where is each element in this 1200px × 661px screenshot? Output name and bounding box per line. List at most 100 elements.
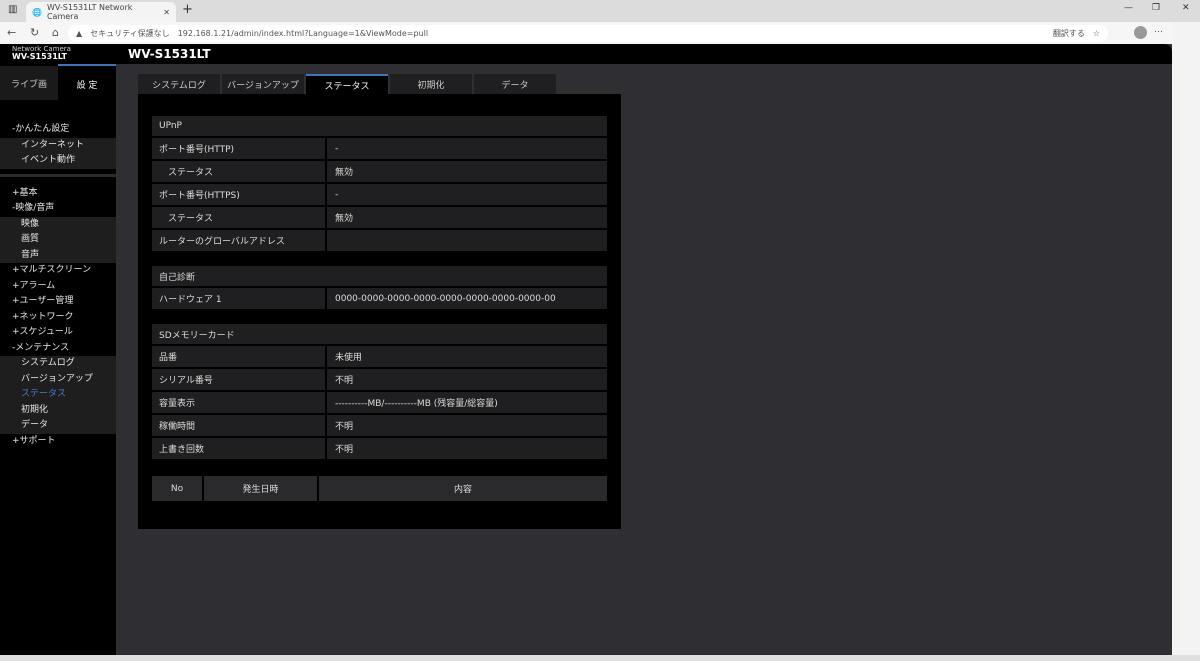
menu-item[interactable]: 初期化 [0,402,116,418]
menu-item[interactable]: システムログ [0,356,116,372]
row-label: ルーターのグローバルアドレス [152,230,327,253]
translate-button[interactable]: 翻訳する [1053,28,1085,39]
section-title: 自己診断 [152,266,607,288]
tab-4[interactable]: データ [474,74,556,94]
col-datetime: 発生日時 [204,476,317,501]
table-row: ポート番号(HTTP) - [152,138,607,161]
camera-page: Network Camera WV-S1531LT WV-S1531LT ライブ画… [0,44,1172,655]
tab-3[interactable]: 初期化 [390,74,472,94]
table-row: ルーターのグローバルアドレス [152,230,607,253]
menu-item[interactable]: +サポート [0,434,116,450]
row-label: ポート番号(HTTP) [152,138,327,161]
maximize-icon[interactable]: ❐ [1152,3,1160,13]
sidebar-toggle-icon[interactable]: ▥ [8,4,17,15]
profile-icon[interactable] [1134,26,1147,39]
url-text[interactable]: 192.168.1.21/admin/index.html?Language=1… [178,29,1045,38]
tab-2[interactable]: ステータス [306,74,388,94]
edge-sidebar [1172,22,1200,661]
row-value: 無効 [327,161,607,184]
model-badge: Network Camera WV-S1531LT [12,45,71,61]
security-label[interactable]: セキュリティ保護なし [90,28,170,39]
section-title: SDメモリーカード [152,324,607,346]
page-title: WV-S1531LT [128,47,211,61]
browser-tab[interactable]: 🌐 WV-S1531LT Network Camera ✕ [26,2,176,22]
row-label: ステータス [152,161,327,184]
table-row: ハードウェア 1 0000-0000-0000-0000-0000-0000-00… [152,288,607,311]
row-value: - [327,138,607,161]
table-row: 品番 未使用 [152,346,607,369]
close-tab-icon[interactable]: ✕ [163,8,170,17]
browser-tab-bar: ▥ 🌐 WV-S1531LT Network Camera ✕ + — ❐ ✕ [0,0,1200,22]
upnp-table: UPnP ポート番号(HTTP) - ステータス 無効 ポート番号(HTTPS) - ステータ… [152,116,607,253]
log-table-header: No 発生日時 内容 [152,476,607,501]
table-row: シリアル番号 不明 [152,369,607,392]
more-icon[interactable]: … [1154,25,1163,35]
menu-item[interactable]: イベント動作 [0,153,116,169]
row-label: 稼働時間 [152,415,327,438]
menu-item[interactable]: インターネット [0,137,116,153]
globe-icon: 🌐 [32,7,42,17]
warning-icon: ▲ [76,29,83,38]
row-value: 0000-0000-0000-0000-0000-0000-0000-0000-… [327,288,607,311]
tab-live[interactable]: ライブ画 [0,66,58,100]
col-no: No [152,476,202,501]
menu-item[interactable]: +マルチスクリーン [0,263,116,279]
row-label: 上書き回数 [152,438,327,461]
col-content: 内容 [319,476,607,501]
status-panel: UPnP ポート番号(HTTP) - ステータス 無効 ポート番号(HTTPS) - ステータ… [138,94,621,529]
menu-item[interactable]: +基本 [0,186,116,202]
row-label: ハードウェア 1 [152,288,327,311]
back-icon[interactable]: ← [7,26,16,39]
menu-item[interactable]: 画質 [0,232,116,248]
tab-0[interactable]: システムログ [138,74,220,94]
menu-item[interactable]: ステータス [0,387,116,403]
table-row: 容量表示 ----------MB/----------MB (残容量/総容量) [152,392,607,415]
table-row: ステータス 無効 [152,207,607,230]
menu-item[interactable]: -メンテナンス [0,341,116,357]
sd-card-table: SDメモリーカード 品番 未使用 シリアル番号 不明 容量表示 ----------MB/-… [152,324,607,461]
row-label: シリアル番号 [152,369,327,392]
menu-item[interactable]: データ [0,418,116,434]
row-value: 無効 [327,207,607,230]
table-row: ステータス 無効 [152,161,607,184]
menu-item[interactable]: 音声 [0,247,116,263]
new-tab-icon[interactable]: + [182,2,193,17]
row-value: ----------MB/----------MB (残容量/総容量) [327,392,607,415]
row-label: ポート番号(HTTPS) [152,184,327,207]
row-label: 品番 [152,346,327,369]
row-value: - [327,184,607,207]
menu-item[interactable]: +スケジュール [0,325,116,341]
table-row: ポート番号(HTTPS) - [152,184,607,207]
menu-item[interactable]: -映像/音声 [0,201,116,217]
taskbar [0,655,1200,661]
table-row: 稼働時間 不明 [152,415,607,438]
section-title: UPnP [152,116,607,138]
url-field[interactable]: ▲ セキュリティ保護なし 192.168.1.21/admin/index.ht… [68,25,1108,42]
menu-item[interactable]: +ネットワーク [0,310,116,326]
tab-title: WV-S1531LT Network Camera [46,3,133,21]
row-value: 未使用 [327,346,607,369]
menu-divider [0,168,116,177]
minimize-icon[interactable]: — [1124,3,1133,13]
favorite-icon[interactable]: ☆ [1093,29,1100,38]
close-window-icon[interactable]: ✕ [1182,3,1190,13]
row-value [327,230,607,253]
row-value: 不明 [327,415,607,438]
row-value: 不明 [327,369,607,392]
table-row: 上書き回数 不明 [152,438,607,461]
home-icon[interactable]: ⌂ [52,26,59,39]
menu-item[interactable]: -かんたん設定 [0,122,116,138]
camera-header: Network Camera WV-S1531LT WV-S1531LT [0,44,1172,64]
menu-item[interactable]: 映像 [0,216,116,232]
address-bar-row: ← ↻ ⌂ ▲ セキュリティ保護なし 192.168.1.21/admin/in… [0,22,1172,44]
row-label: 容量表示 [152,392,327,415]
settings-menu: -かんたん設定 インターネット イベント動作 +基本 -映像/音声 映像 画質 音声 +マルチス… [0,122,116,449]
refresh-icon[interactable]: ↻ [30,26,39,39]
sidebar: ライブ画 設 定 -かんたん設定 インターネット イベント動作 +基本 -映像/音声 映像… [0,64,116,655]
menu-item[interactable]: +ユーザー管理 [0,294,116,310]
menu-item[interactable]: +アラーム [0,279,116,295]
tab-1[interactable]: バージョンアップ [222,74,304,94]
tab-settings[interactable]: 設 定 [58,64,116,102]
row-value: 不明 [327,438,607,461]
menu-item[interactable]: バージョンアップ [0,371,116,387]
